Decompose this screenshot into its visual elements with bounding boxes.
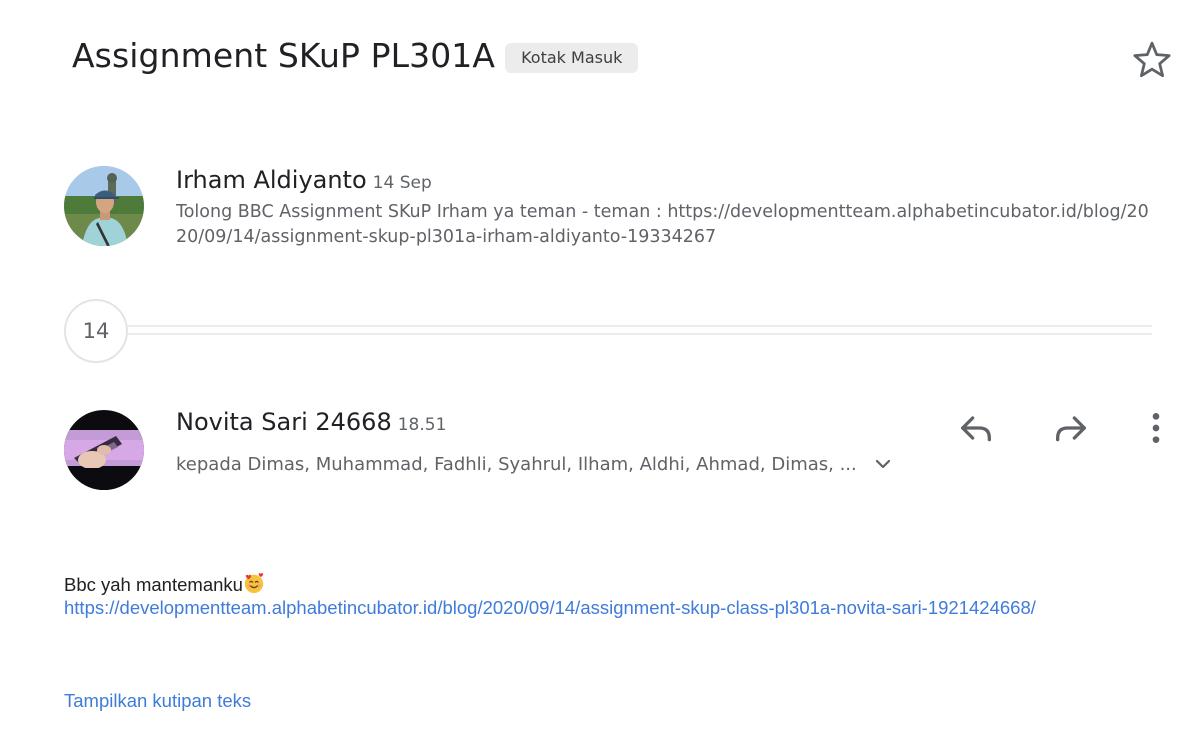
sender-avatar[interactable] xyxy=(64,410,144,490)
body-text: Bbc yah mantemanku xyxy=(64,574,243,595)
reply-button[interactable] xyxy=(954,406,998,450)
collapsed-divider xyxy=(128,325,1152,327)
chevron-down-icon[interactable] xyxy=(871,452,895,476)
thread-header: Assignment SKuP PL301A Kotak Masuk xyxy=(72,36,639,75)
more-options-button[interactable] xyxy=(1134,406,1178,450)
smiling-face-with-hearts-icon xyxy=(244,573,264,594)
sender-avatar[interactable] xyxy=(64,166,144,246)
message-body-text: Bbc yah mantemanku xyxy=(64,572,265,596)
reply-icon xyxy=(961,416,991,442)
recipients-toggle[interactable]: kepada Dimas, Muhammad, Fadhli, Syahrul,… xyxy=(176,452,895,476)
forward-icon xyxy=(1056,416,1086,442)
message-link[interactable]: https://developmentteam.alphabetincubato… xyxy=(64,596,1064,620)
collapsed-count-button[interactable]: 14 xyxy=(64,299,128,363)
collapsed-divider xyxy=(128,333,1152,335)
inbox-label-chip[interactable]: Kotak Masuk xyxy=(505,42,639,73)
sender-name-text: Irham Aldiyanto xyxy=(176,166,367,194)
thread-subject: Assignment SKuP PL301A xyxy=(72,36,496,75)
star-icon[interactable] xyxy=(1130,38,1174,82)
message-time: 18.51 xyxy=(397,415,447,435)
sender-name: Novita Sari 24668 18.51 xyxy=(176,408,446,436)
more-vert-icon xyxy=(1152,413,1160,443)
message-snippet[interactable]: Tolong BBC Assignment SKuP Irham ya tema… xyxy=(176,200,1151,250)
sender-name: Irham Aldiyanto 14 Sep xyxy=(176,166,432,194)
recipients-text: kepada Dimas, Muhammad, Fadhli, Syahrul,… xyxy=(176,453,857,475)
show-quoted-text-link[interactable]: Tampilkan kutipan teks xyxy=(64,690,251,712)
message-date: 14 Sep xyxy=(372,173,432,193)
forward-button[interactable] xyxy=(1049,406,1093,450)
sender-name-text: Novita Sari 24668 xyxy=(176,408,392,436)
